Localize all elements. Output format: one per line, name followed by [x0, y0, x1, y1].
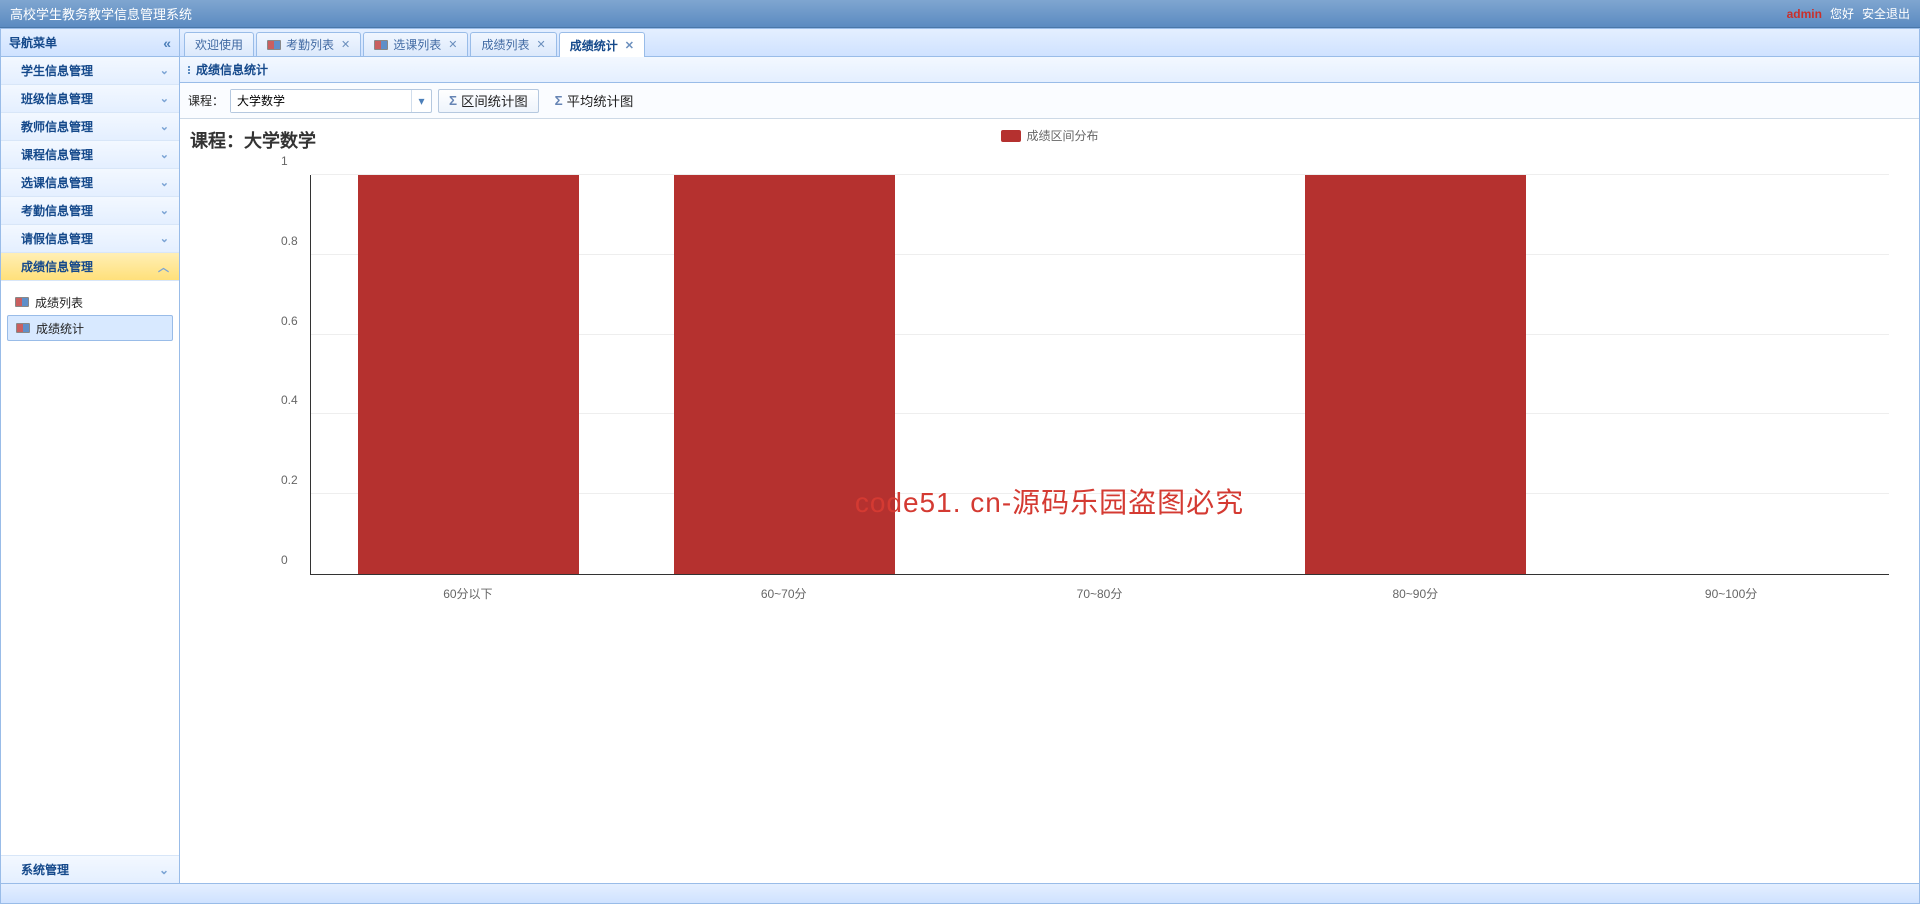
panel-title-bar: 成绩信息统计 — [180, 57, 1919, 83]
x-tick-label: 60分以下 — [443, 585, 492, 602]
panel-title-icon — [188, 66, 190, 74]
nav-label: 课程信息管理 — [21, 146, 93, 163]
sidebar-title: 导航菜单 — [9, 34, 57, 51]
book-icon — [16, 323, 30, 333]
chart-bar — [1305, 175, 1526, 574]
tab-bar: 欢迎使用 考勤列表 ✕ 选课列表 ✕ 成绩列表 ✕ 成绩统计 ✕ — [180, 29, 1919, 57]
nav-label: 考勤信息管理 — [21, 202, 93, 219]
interval-chart-button[interactable]: Σ 区间统计图 — [438, 89, 539, 113]
sidebar-item[interactable]: 请假信息管理 ⌄ — [1, 225, 179, 253]
header-right: admin 您好 安全退出 — [1787, 5, 1910, 22]
close-icon[interactable]: ✕ — [448, 38, 457, 51]
status-bar — [0, 884, 1920, 904]
sigma-icon: Σ — [555, 93, 563, 108]
legend-swatch — [1000, 130, 1020, 142]
nav-label: 请假信息管理 — [21, 230, 93, 247]
chart-legend: 成绩区间分布 — [1000, 127, 1098, 144]
x-tick-label: 80~90分 — [1392, 585, 1438, 602]
x-tick-label: 90~100分 — [1705, 585, 1757, 602]
chevron-down-icon: ⌄ — [159, 863, 169, 877]
collapse-icon[interactable]: « — [163, 35, 171, 51]
close-icon[interactable]: ✕ — [537, 38, 546, 51]
sidebar-item[interactable]: 教师信息管理 ⌄ — [1, 113, 179, 141]
sigma-icon: Σ — [449, 93, 457, 108]
tab[interactable]: 考勤列表 ✕ — [256, 32, 361, 56]
tab-label: 欢迎使用 — [195, 36, 243, 53]
chevron-down-icon[interactable]: ▾ — [411, 90, 431, 112]
current-user: admin — [1787, 7, 1822, 21]
sidebar-item[interactable]: 学生信息管理 ⌄ — [1, 57, 179, 85]
panel-title: 成绩信息统计 — [196, 61, 268, 78]
chevron-down-icon: ⌄ — [160, 148, 169, 161]
tab-label: 考勤列表 — [286, 36, 334, 53]
avg-chart-button[interactable]: Σ 平均统计图 — [545, 89, 644, 113]
chevron-up-icon: ︿ — [158, 259, 169, 275]
y-tick-label: 0.8 — [281, 234, 298, 248]
chart-bar — [674, 175, 895, 574]
tab[interactable]: 成绩统计 ✕ — [559, 32, 645, 57]
nav-sub-group: 成绩列表成绩统计 — [1, 281, 179, 349]
sidebar: 导航菜单 « 学生信息管理⌄班级信息管理⌄教师信息管理⌄课程信息管理⌄选课信息管… — [0, 28, 180, 884]
book-icon — [15, 297, 29, 307]
y-tick-label: 1 — [281, 154, 288, 168]
close-icon[interactable]: ✕ — [341, 38, 350, 51]
course-label: 课程： — [188, 92, 224, 109]
tab-label: 选课列表 — [393, 36, 441, 53]
book-icon — [374, 40, 388, 50]
content-area: 欢迎使用 考勤列表 ✕ 选课列表 ✕ 成绩列表 ✕ 成绩统计 ✕ 成绩信息统计 课程： ▾ Σ … — [180, 28, 1920, 884]
legend-label: 成绩区间分布 — [1026, 127, 1098, 144]
sidebar-item-system[interactable]: 系统管理 ⌄ — [1, 855, 179, 883]
x-axis-labels: 60分以下 60~70分 70~80分 80~90分 90~100分 — [310, 585, 1889, 605]
chart-canvas: 00.20.40.60.81 — [310, 175, 1889, 575]
nav-group: 学生信息管理⌄班级信息管理⌄教师信息管理⌄课程信息管理⌄选课信息管理⌄考勤信息管… — [1, 57, 179, 855]
sidebar-header: 导航菜单 « — [1, 29, 179, 57]
chevron-down-icon: ⌄ — [160, 176, 169, 189]
nav-label: 成绩信息管理 — [21, 258, 93, 275]
nav-label: 选课信息管理 — [21, 174, 93, 191]
nav-label: 班级信息管理 — [21, 90, 93, 107]
sidebar-item[interactable]: 班级信息管理 ⌄ — [1, 85, 179, 113]
x-tick-label: 60~70分 — [761, 585, 807, 602]
tab[interactable]: 选课列表 ✕ — [363, 32, 468, 56]
nav-label: 学生信息管理 — [21, 62, 93, 79]
tab[interactable]: 欢迎使用 — [184, 32, 254, 56]
close-icon[interactable]: ✕ — [625, 39, 634, 52]
tab-label: 成绩统计 — [570, 37, 618, 54]
app-title: 高校学生教务教学信息管理系统 — [10, 4, 1787, 23]
nav-label: 系统管理 — [21, 861, 69, 878]
sub-item-label: 成绩统计 — [36, 320, 84, 337]
x-tick-label: 70~80分 — [1077, 585, 1123, 602]
y-tick-label: 0.2 — [281, 473, 298, 487]
app-header: 高校学生教务教学信息管理系统 admin 您好 安全退出 — [0, 0, 1920, 28]
chevron-down-icon: ⌄ — [160, 92, 169, 105]
button-label: 区间统计图 — [461, 91, 528, 110]
chart-area: 课程：大学数学 成绩区间分布 00.20.40.60.81 60分以下60~70… — [180, 119, 1919, 883]
greeting-text: 您好 — [1830, 5, 1854, 22]
sidebar-sub-item[interactable]: 成绩统计 — [7, 315, 173, 341]
y-tick-label: 0.4 — [281, 393, 298, 407]
nav-label: 教师信息管理 — [21, 118, 93, 135]
logout-link[interactable]: 安全退出 — [1862, 5, 1910, 22]
y-tick-label: 0.6 — [281, 314, 298, 328]
chart-bar — [358, 175, 579, 574]
y-tick-label: 0 — [281, 553, 288, 567]
chart-title: 课程：大学数学 — [190, 127, 316, 153]
tab-label: 成绩列表 — [481, 36, 529, 53]
toolbar: 课程： ▾ Σ 区间统计图 Σ 平均统计图 — [180, 83, 1919, 119]
chevron-down-icon: ⌄ — [160, 204, 169, 217]
sidebar-item[interactable]: 课程信息管理 ⌄ — [1, 141, 179, 169]
sidebar-item[interactable]: 考勤信息管理 ⌄ — [1, 197, 179, 225]
tab[interactable]: 成绩列表 ✕ — [470, 32, 556, 56]
sub-item-label: 成绩列表 — [35, 294, 83, 311]
book-icon — [267, 40, 281, 50]
sidebar-sub-item[interactable]: 成绩列表 — [7, 289, 173, 315]
chevron-down-icon: ⌄ — [160, 232, 169, 245]
chevron-down-icon: ⌄ — [160, 120, 169, 133]
button-label: 平均统计图 — [567, 91, 634, 110]
sidebar-item[interactable]: 成绩信息管理 ︿ — [1, 253, 179, 281]
sidebar-item[interactable]: 选课信息管理 ⌄ — [1, 169, 179, 197]
chevron-down-icon: ⌄ — [160, 64, 169, 77]
course-input[interactable] — [231, 90, 411, 112]
course-select[interactable]: ▾ — [230, 89, 432, 113]
